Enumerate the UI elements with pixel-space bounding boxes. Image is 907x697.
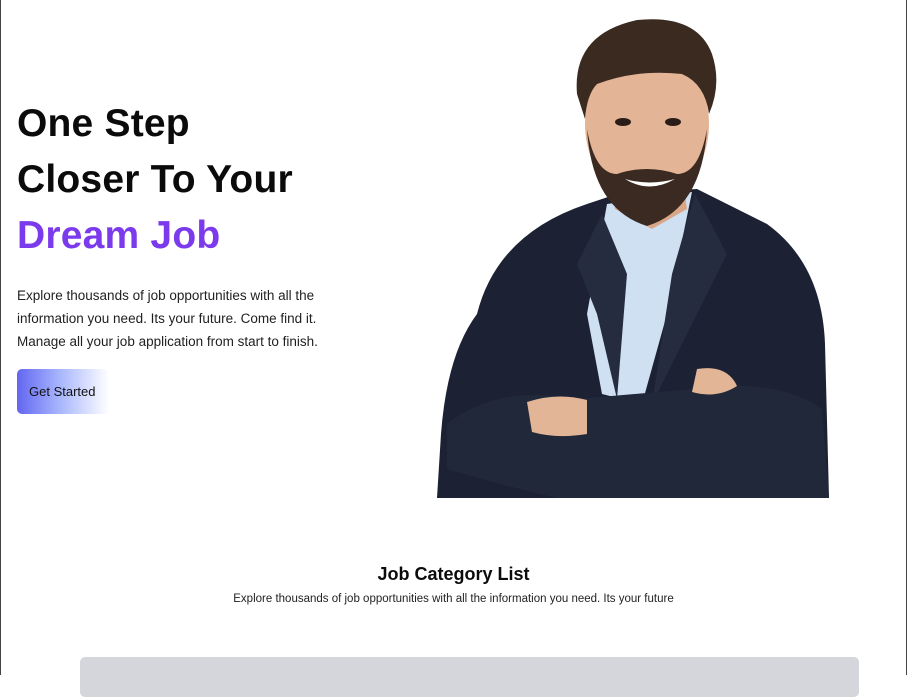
hero-headline: One Step Closer To Your Dream Job — [17, 96, 417, 264]
job-category-section: Job Category List Explore thousands of j… — [1, 560, 906, 607]
hero-text-block: One Step Closer To Your Dream Job Explor… — [17, 96, 417, 414]
hero-section: One Step Closer To Your Dream Job Explor… — [1, 0, 906, 500]
job-category-list-panel — [80, 657, 859, 697]
portrait-arms — [447, 385, 829, 498]
job-category-subtitle: Explore thousands of job opportunities w… — [233, 593, 674, 605]
get-started-button[interactable]: Get Started — [17, 369, 109, 414]
hero-description-line-3: Manage all your job application from sta… — [17, 334, 318, 349]
hero-portrait-image — [437, 19, 829, 498]
hero-description-line-1: Explore thousands of job opportunities w… — [17, 288, 315, 303]
hero-description: Explore thousands of job opportunities w… — [17, 284, 337, 353]
headline-line-1: One Step — [17, 102, 190, 145]
headline-line-2: Closer To Your — [17, 158, 293, 201]
job-category-title: Job Category List — [377, 564, 530, 584]
hero-description-line-2: information you need. Its your future. C… — [17, 311, 317, 326]
headline-accent: Dream Job — [17, 214, 221, 257]
